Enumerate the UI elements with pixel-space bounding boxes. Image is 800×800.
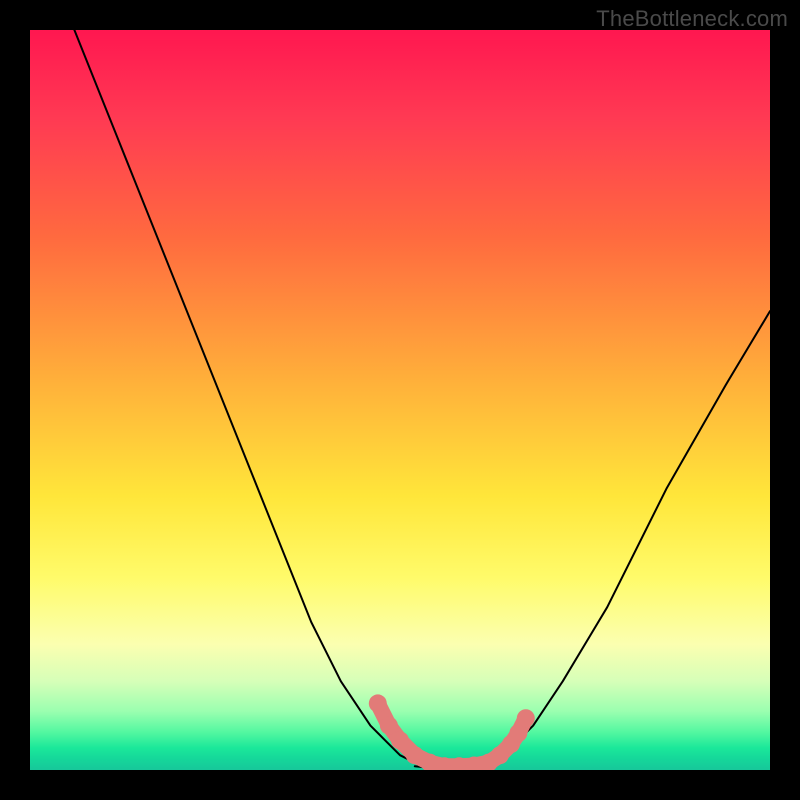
watermark-text: TheBottleneck.com [596, 6, 788, 32]
series-right-curve [474, 311, 770, 770]
marker-dot [391, 731, 409, 749]
marker-dot [380, 717, 398, 735]
marker-dot [369, 694, 387, 712]
plot-area [30, 30, 770, 770]
curve-group [74, 30, 770, 770]
chart-frame: TheBottleneck.com [0, 0, 800, 800]
marker-dot [517, 709, 535, 727]
marker-group [369, 694, 535, 770]
chart-svg [30, 30, 770, 770]
series-left-curve [74, 30, 444, 770]
